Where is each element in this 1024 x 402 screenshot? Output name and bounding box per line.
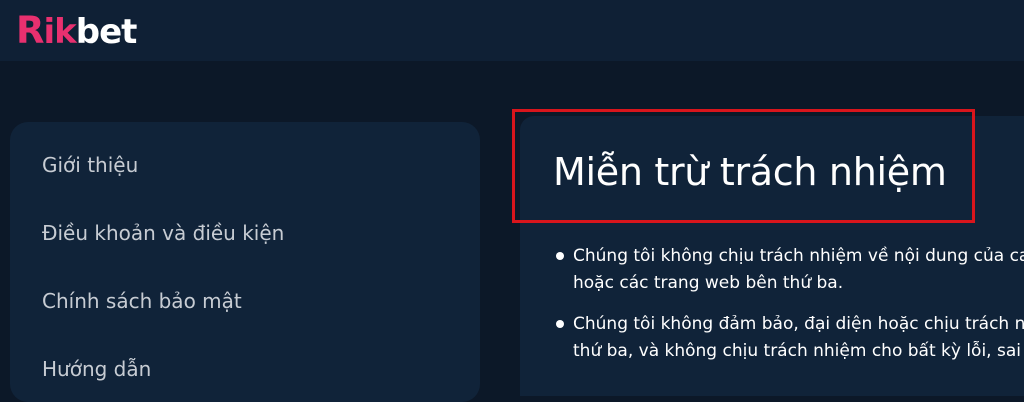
- paragraph-line: hoặc các trang web bên thứ ba.: [573, 273, 844, 293]
- sidebar-nav: Giới thiệu Điều khoản và điều kiện Chính…: [10, 122, 480, 402]
- logo-letters-ik: ik: [43, 12, 77, 52]
- paragraph-line: Chúng tôi không chịu trách nhiệm về nội …: [573, 246, 1024, 266]
- logo-letters-bet: bet: [75, 12, 138, 52]
- bullet-dot: [556, 320, 564, 328]
- site-header: Rikbet: [0, 0, 1024, 61]
- bullet-dot: [556, 252, 564, 260]
- sidebar-item-guide[interactable]: Hướng dẫn: [42, 357, 151, 381]
- sidebar-item-privacy[interactable]: Chính sách bảo mật: [42, 289, 242, 313]
- rikbet-logo[interactable]: Rikbet: [16, 9, 138, 54]
- title-highlight-box: [512, 109, 975, 223]
- paragraph-line: Chúng tôi không đảm bảo, đại diện hoặc c…: [573, 314, 1024, 334]
- logo-letter-r: R: [16, 9, 44, 52]
- paragraph-line: thứ ba, và không chịu trách nhiệm cho bấ…: [573, 341, 1021, 361]
- sidebar-item-terms[interactable]: Điều khoản và điều kiện: [42, 221, 284, 245]
- sidebar-item-about[interactable]: Giới thiệu: [42, 153, 138, 177]
